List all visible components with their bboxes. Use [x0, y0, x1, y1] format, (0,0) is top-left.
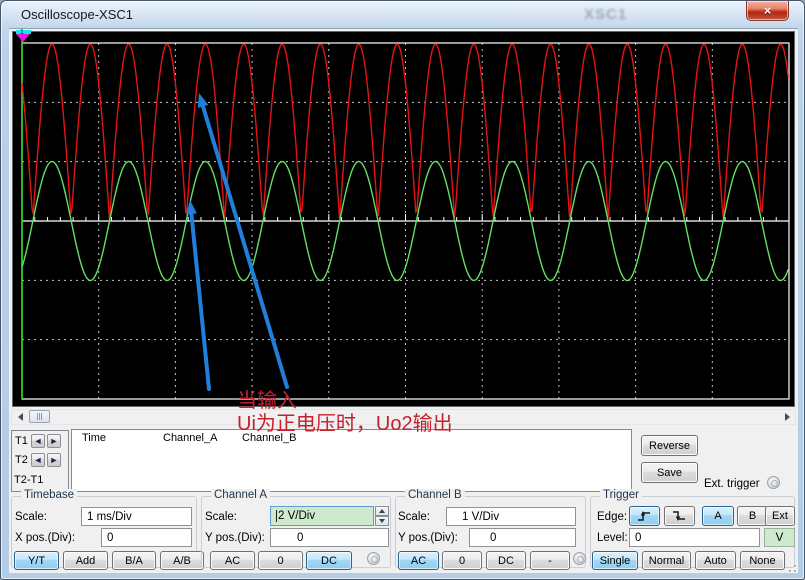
- t1-right-button[interactable]: ►: [47, 434, 61, 448]
- trigger-level-label: Level:: [597, 532, 628, 544]
- channel-b-ypos-label: Y pos.(Div):: [398, 532, 458, 544]
- close-button[interactable]: ×: [746, 1, 789, 21]
- t1-label: T1: [15, 435, 28, 447]
- left-arrow-icon: ◄: [34, 436, 43, 446]
- timebase-caption: Timebase: [21, 489, 77, 501]
- falling-edge-icon: [672, 510, 687, 522]
- annotation-text: 当输入 Ui为正电压时，Uo2输出: [237, 390, 453, 436]
- scroll-left-icon: [18, 413, 23, 421]
- trigger-rising-edge-button[interactable]: [629, 506, 660, 526]
- channel-a-scale-spinner: [375, 506, 389, 526]
- channel-a-ypos-input[interactable]: 0: [270, 528, 389, 547]
- trigger-caption: Trigger: [600, 489, 642, 501]
- t2-left-button[interactable]: ◄: [31, 453, 45, 467]
- ext-trigger-label: Ext. trigger: [704, 478, 760, 490]
- save-button[interactable]: Save: [641, 462, 698, 483]
- channel-b-minus-button[interactable]: -: [530, 551, 570, 570]
- timebase-mode-ba-button[interactable]: B/A: [112, 551, 156, 570]
- annotation-arrow: [191, 211, 209, 389]
- trigger-edge-label: Edge:: [597, 511, 627, 523]
- channel-b-dc-button[interactable]: DC: [486, 551, 526, 570]
- column-header-channel-a: Channel_A: [163, 432, 217, 444]
- timebase-xpos-input[interactable]: 0: [101, 528, 192, 547]
- spinner-down-button[interactable]: [375, 516, 389, 526]
- channel-b-ypos-input[interactable]: 0: [469, 528, 576, 547]
- trigger-level-input[interactable]: 0: [629, 528, 760, 547]
- annotation-arrowhead: [198, 93, 209, 108]
- scope-display: [12, 31, 795, 407]
- rising-edge-icon: [637, 510, 652, 522]
- scrollbar-thumb[interactable]: [29, 410, 50, 423]
- trigger-source-ext-button[interactable]: Ext: [765, 506, 795, 526]
- channel-b-zero-button[interactable]: 0: [442, 551, 482, 570]
- time-cursor-number: 1: [20, 29, 24, 36]
- channel-b-scale-label: Scale:: [398, 511, 430, 523]
- timebase-mode-add-button[interactable]: Add: [63, 551, 108, 570]
- measurement-readout-panel: [71, 429, 632, 492]
- text-caret: [276, 510, 277, 522]
- column-header-time: Time: [82, 432, 106, 444]
- window-title: Oscilloscope-XSC1: [21, 7, 133, 22]
- waveform-plot: [13, 32, 796, 408]
- t2-minus-t1-label: T2-T1: [14, 474, 43, 486]
- channel-a-ac-button[interactable]: AC: [210, 551, 255, 570]
- timebase-scale-input[interactable]: 1 ms/Div: [81, 507, 192, 526]
- left-arrow-icon: ◄: [34, 455, 43, 465]
- timebase-scale-label: Scale:: [15, 511, 47, 523]
- close-icon: ×: [764, 4, 772, 17]
- oscilloscope-window: Oscilloscope-XSC1 XSC1 × 1 当输入 Ui为正电压时，U…: [0, 0, 805, 580]
- timebase-mode-yt-button[interactable]: Y/T: [14, 551, 59, 570]
- trigger-mode-single-button[interactable]: Single: [592, 551, 638, 570]
- trigger-source-b-button[interactable]: B: [737, 506, 768, 526]
- channel-b-indicator: [573, 552, 586, 565]
- scroll-right-button[interactable]: [779, 410, 795, 424]
- reverse-button[interactable]: Reverse: [641, 435, 698, 456]
- trigger-mode-normal-button[interactable]: Normal: [642, 551, 691, 570]
- channel-a-ypos-label: Y pos.(Div):: [205, 532, 265, 544]
- up-arrow-icon: [379, 509, 385, 513]
- trigger-source-a-button[interactable]: A: [702, 506, 734, 526]
- annotation-line-1: 当输入: [237, 390, 453, 413]
- spinner-up-button[interactable]: [375, 506, 389, 516]
- t1-left-button[interactable]: ◄: [31, 434, 45, 448]
- t2-right-button[interactable]: ►: [47, 453, 61, 467]
- scroll-right-icon: [785, 413, 790, 421]
- channel-b-caption: Channel B: [405, 489, 465, 501]
- ext-trigger-indicator: [767, 476, 780, 489]
- annotation-line-2: Ui为正电压时，Uo2输出: [237, 413, 453, 436]
- timebase-mode-ab-button[interactable]: A/B: [160, 551, 204, 570]
- trigger-level-unit-select[interactable]: V: [764, 528, 795, 547]
- right-arrow-icon: ►: [50, 436, 59, 446]
- down-arrow-icon: [379, 519, 385, 523]
- annotation-arrow: [202, 104, 287, 387]
- trigger-mode-none-button[interactable]: None: [740, 551, 785, 570]
- t2-label: T2: [15, 454, 28, 466]
- right-arrow-icon: ►: [50, 455, 59, 465]
- channel-a-caption: Channel A: [211, 489, 270, 501]
- channel-a-scale-input[interactable]: 2 V/Div: [270, 506, 374, 526]
- channel-a-indicator: [367, 552, 380, 565]
- channel-a-scale-label: Scale:: [205, 511, 237, 523]
- channel-a-dc-button[interactable]: DC: [306, 551, 352, 570]
- trigger-falling-edge-button[interactable]: [664, 506, 695, 526]
- channel-a-zero-button[interactable]: 0: [258, 551, 303, 570]
- scroll-left-button[interactable]: [12, 410, 28, 424]
- trigger-mode-auto-button[interactable]: Auto: [695, 551, 736, 570]
- schematic-watermark: XSC1: [584, 6, 627, 23]
- channel-b-ac-button[interactable]: AC: [398, 551, 439, 570]
- timebase-xpos-label: X pos.(Div):: [15, 532, 75, 544]
- channel-b-scale-input[interactable]: 1 V/Div: [446, 507, 576, 526]
- resize-grip[interactable]: [786, 562, 798, 574]
